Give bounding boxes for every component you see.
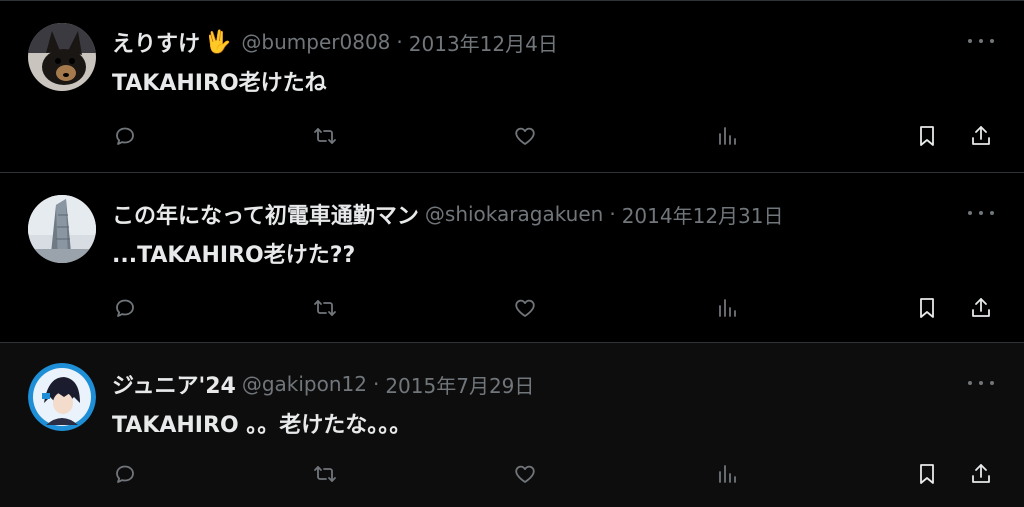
separator-dot: · [396,30,403,54]
reply-icon[interactable] [108,291,142,325]
reply-icon[interactable] [108,119,142,153]
views-icon[interactable] [710,457,744,491]
tweet[interactable]: ジュニア'24 @gakipon12 · 2015年7月29日 TAKAHIRO… [0,342,1024,507]
avatar[interactable] [28,195,96,263]
display-name[interactable]: えりすけ [112,26,200,58]
more-options-icon[interactable] [968,31,994,51]
action-bar [0,457,1024,491]
share-icon[interactable] [964,457,998,491]
like-icon[interactable] [508,119,542,153]
separator-dot: · [372,372,380,396]
tweet-date[interactable]: 2014年12月31日 [622,200,784,229]
tweet-date[interactable]: 2015年7月29日 [385,370,534,399]
views-icon[interactable] [710,291,744,325]
like-icon[interactable] [508,457,542,491]
bookmark-icon[interactable] [910,119,944,153]
tweet[interactable]: この年になって初電車通勤マン @shiokaragakuen · 2014年12… [0,172,1024,342]
action-bar [0,291,1024,325]
user-handle[interactable]: @bumper0808 [241,30,390,54]
avatar[interactable] [28,23,96,91]
action-bar [0,119,1024,153]
tweet-text: ...TAKAHIRO老けた?? [112,243,356,268]
display-name[interactable]: この年になって初電車通勤マン [112,198,419,230]
retweet-icon[interactable] [308,457,342,491]
tweet-text: TAKAHIRO老けたね [112,71,327,96]
anime-avatar-icon [28,363,96,431]
tower-avatar-icon [28,195,96,263]
tweet-header: ジュニア'24 @gakipon12 · 2015年7月29日 [112,367,534,401]
user-handle[interactable]: @shiokaragakuen [425,202,603,226]
share-icon[interactable] [964,291,998,325]
tweet-header: えりすけ 🖖 @bumper0808 · 2013年12月4日 [112,25,558,59]
retweet-icon[interactable] [308,119,342,153]
vulcan-salute-emoji-icon: 🖖 [204,29,232,55]
share-icon[interactable] [964,119,998,153]
retweet-icon[interactable] [308,291,342,325]
bookmark-icon[interactable] [910,291,944,325]
dog-avatar-icon [28,23,96,91]
tweet-date[interactable]: 2013年12月4日 [409,28,558,57]
bookmark-icon[interactable] [910,457,944,491]
reply-icon[interactable] [108,457,142,491]
tweet-header: この年になって初電車通勤マン @shiokaragakuen · 2014年12… [112,197,784,231]
like-icon[interactable] [508,291,542,325]
views-icon[interactable] [710,119,744,153]
tweet-text: TAKAHIRO 。。老けたな。。。 [112,413,412,438]
tweet[interactable]: えりすけ 🖖 @bumper0808 · 2013年12月4日 TAKAHIRO… [0,0,1024,172]
avatar[interactable] [28,363,96,431]
separator-dot: · [609,202,616,226]
more-options-icon[interactable] [968,203,994,223]
display-name[interactable]: ジュニア'24 [112,368,236,400]
user-handle[interactable]: @gakipon12 [242,372,367,396]
more-options-icon[interactable] [968,373,994,393]
